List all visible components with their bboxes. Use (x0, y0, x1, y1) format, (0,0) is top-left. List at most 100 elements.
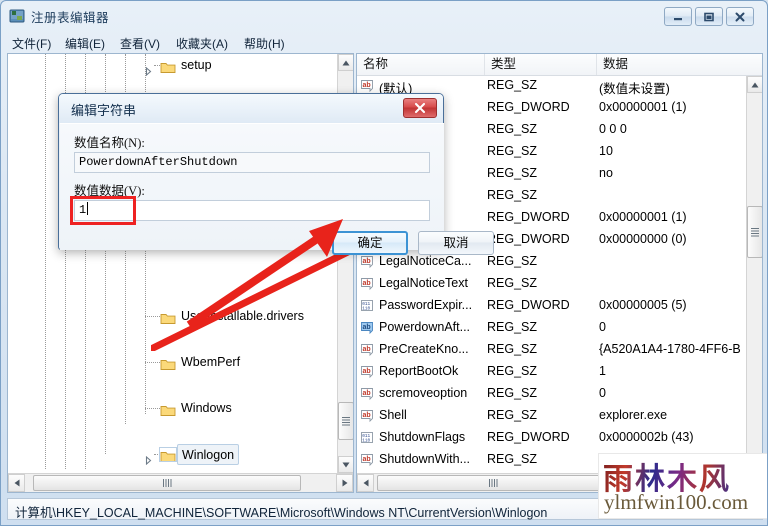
cell-type: REG_SZ (487, 408, 538, 422)
column-header-type[interactable]: 类型 (485, 54, 597, 75)
folder-icon (160, 356, 176, 370)
svg-text:ab: ab (363, 456, 371, 463)
value-data-input[interactable]: 1 (74, 200, 430, 221)
tree-item-userinstallable-drivers[interactable]: Userinstallable.drivers (8, 305, 338, 328)
cell-type: REG_DWORD (487, 100, 570, 114)
table-row[interactable]: ab LegalNoticeCa... REG_SZ (357, 252, 746, 274)
cell-data: 0x00000000 (0) (599, 232, 687, 246)
cell-type: REG_SZ (487, 78, 538, 92)
folder-icon (160, 59, 176, 73)
ab-string-icon: ab (360, 453, 376, 468)
cell-name: ShutdownWith... (379, 452, 471, 466)
cell-name: Shell (379, 408, 407, 422)
cell-type: REG_SZ (487, 276, 538, 290)
chevron-right-icon[interactable] (144, 450, 153, 466)
tree-item-windows[interactable]: Windows (8, 397, 338, 420)
cell-data: no (599, 166, 613, 180)
cancel-button[interactable]: 取消 (418, 231, 494, 255)
folder-icon (160, 402, 176, 416)
tree-hscroll-thumb[interactable] (33, 475, 301, 491)
cell-name: LegalNoticeText (379, 276, 468, 290)
cell-name: PreCreateKno... (379, 342, 469, 356)
ab-string-icon: ab (360, 409, 376, 424)
svg-text:110: 110 (362, 306, 370, 311)
scroll-up-arrow-icon[interactable] (338, 54, 353, 71)
dialog-title: 编辑字符串 (71, 103, 137, 118)
tree-scroll-thumb[interactable] (338, 402, 353, 440)
text-caret (87, 202, 89, 215)
tree-item-label: WbemPerf (181, 355, 241, 369)
cell-type: REG_SZ (487, 122, 538, 136)
cell-data: 0 0 0 (599, 122, 627, 136)
ab-string-icon: ab (360, 255, 376, 270)
scroll-left-arrow-icon[interactable] (357, 474, 374, 492)
svg-text:ab: ab (363, 82, 371, 89)
window-title: 注册表编辑器 (31, 11, 110, 25)
cell-name: LegalNoticeCa... (379, 254, 472, 268)
table-row[interactable]: 011 110 PasswordExpir... REG_DWORD 0x0000… (357, 296, 746, 318)
table-row[interactable]: ab ReportBootOk REG_SZ 1 (357, 362, 746, 384)
table-row[interactable]: 011 110 ShutdownFlags REG_DWORD 0x0000002… (357, 428, 746, 450)
minimize-button[interactable] (664, 7, 692, 26)
svg-text:ab: ab (363, 258, 371, 265)
menu-item-help[interactable]: 帮助(H) (241, 34, 288, 53)
cell-data: 1 (599, 364, 606, 378)
scroll-right-arrow-icon[interactable] (336, 474, 353, 492)
scroll-up-arrow-icon[interactable] (747, 76, 762, 93)
list-hscroll-thumb[interactable] (377, 475, 609, 491)
tree-item-winlogon[interactable]: Winlogon (8, 443, 338, 466)
dialog-body: 数值名称(N): PowerdownAfterShutdown 数值数据(V):… (60, 123, 494, 255)
maximize-button[interactable] (695, 7, 723, 26)
table-row[interactable]: ab LegalNoticeText REG_SZ (357, 274, 746, 296)
list-column-header: 名称 类型 数据 (357, 54, 762, 76)
folder-icon (160, 310, 176, 324)
title-bar[interactable]: 注册表编辑器 (1, 1, 767, 31)
cell-type: REG_SZ (487, 320, 538, 334)
cell-type: REG_SZ (487, 166, 538, 180)
list-vertical-scrollbar[interactable] (746, 76, 762, 471)
tree-item-wbemperf[interactable]: WbemPerf (8, 351, 338, 374)
cell-type: REG_SZ (487, 364, 538, 378)
tree-horizontal-scrollbar[interactable] (8, 473, 353, 492)
cell-data: 0x0000002b (43) (599, 430, 694, 444)
list-scroll-thumb[interactable] (747, 206, 762, 258)
svg-text:ab: ab (363, 412, 371, 419)
chevron-right-icon[interactable] (144, 61, 153, 77)
table-row[interactable]: ab PreCreateKno... REG_SZ {A520A1A4-1780… (357, 340, 746, 362)
close-button[interactable] (726, 7, 754, 26)
cell-data: 0 (599, 386, 606, 400)
ab-string-icon: ab (360, 343, 376, 358)
cell-name: ShutdownFlags (379, 430, 466, 444)
cell-type: REG_SZ (487, 342, 538, 356)
menu-item-view[interactable]: 查看(V) (117, 34, 163, 53)
tree-item-setup[interactable]: setup (8, 54, 338, 77)
binary-dword-icon: 011110 (360, 431, 376, 446)
tree-item-label: setup (181, 58, 212, 72)
svg-text:ab: ab (363, 346, 371, 353)
column-header-name[interactable]: 名称 (357, 54, 485, 75)
registry-editor-icon (9, 8, 25, 24)
table-row[interactable]: ab Shell REG_SZ explorer.exe (357, 406, 746, 428)
cell-type: REG_DWORD (487, 430, 570, 444)
cell-type: REG_DWORD (487, 298, 570, 312)
tree-guide-line (145, 316, 160, 317)
svg-text:ab: ab (363, 324, 371, 331)
menu-item-favorites[interactable]: 收藏夹(A) (173, 34, 231, 53)
table-row[interactable]: ab scremoveoption REG_SZ 0 (357, 384, 746, 406)
cell-type: REG_DWORD (487, 232, 570, 246)
tree-guide-line (145, 362, 160, 363)
ok-button[interactable]: 确定 (332, 231, 408, 255)
edit-string-dialog: 编辑字符串 数值名称(N): PowerdownAfterShutdown 数值… (58, 93, 494, 255)
svg-text:110: 110 (362, 438, 370, 443)
value-name-input[interactable]: PowerdownAfterShutdown (74, 152, 430, 173)
column-header-data[interactable]: 数据 (597, 54, 747, 75)
scroll-down-arrow-icon[interactable] (338, 456, 353, 473)
dialog-close-button[interactable] (403, 98, 437, 118)
menu-item-edit[interactable]: 编辑(E) (62, 34, 108, 53)
scroll-left-arrow-icon[interactable] (8, 474, 25, 492)
registry-editor-window: 注册表编辑器 文件(F) 编辑(E) 查看(V) 收藏夹(A) 帮助(H) se… (0, 0, 768, 526)
menu-item-file[interactable]: 文件(F) (9, 34, 54, 53)
cell-data: 0x00000005 (5) (599, 298, 687, 312)
table-row-selected[interactable]: ab PowerdownAft... REG_SZ 0 (357, 318, 746, 340)
dialog-title-bar[interactable]: 编辑字符串 (59, 94, 443, 123)
